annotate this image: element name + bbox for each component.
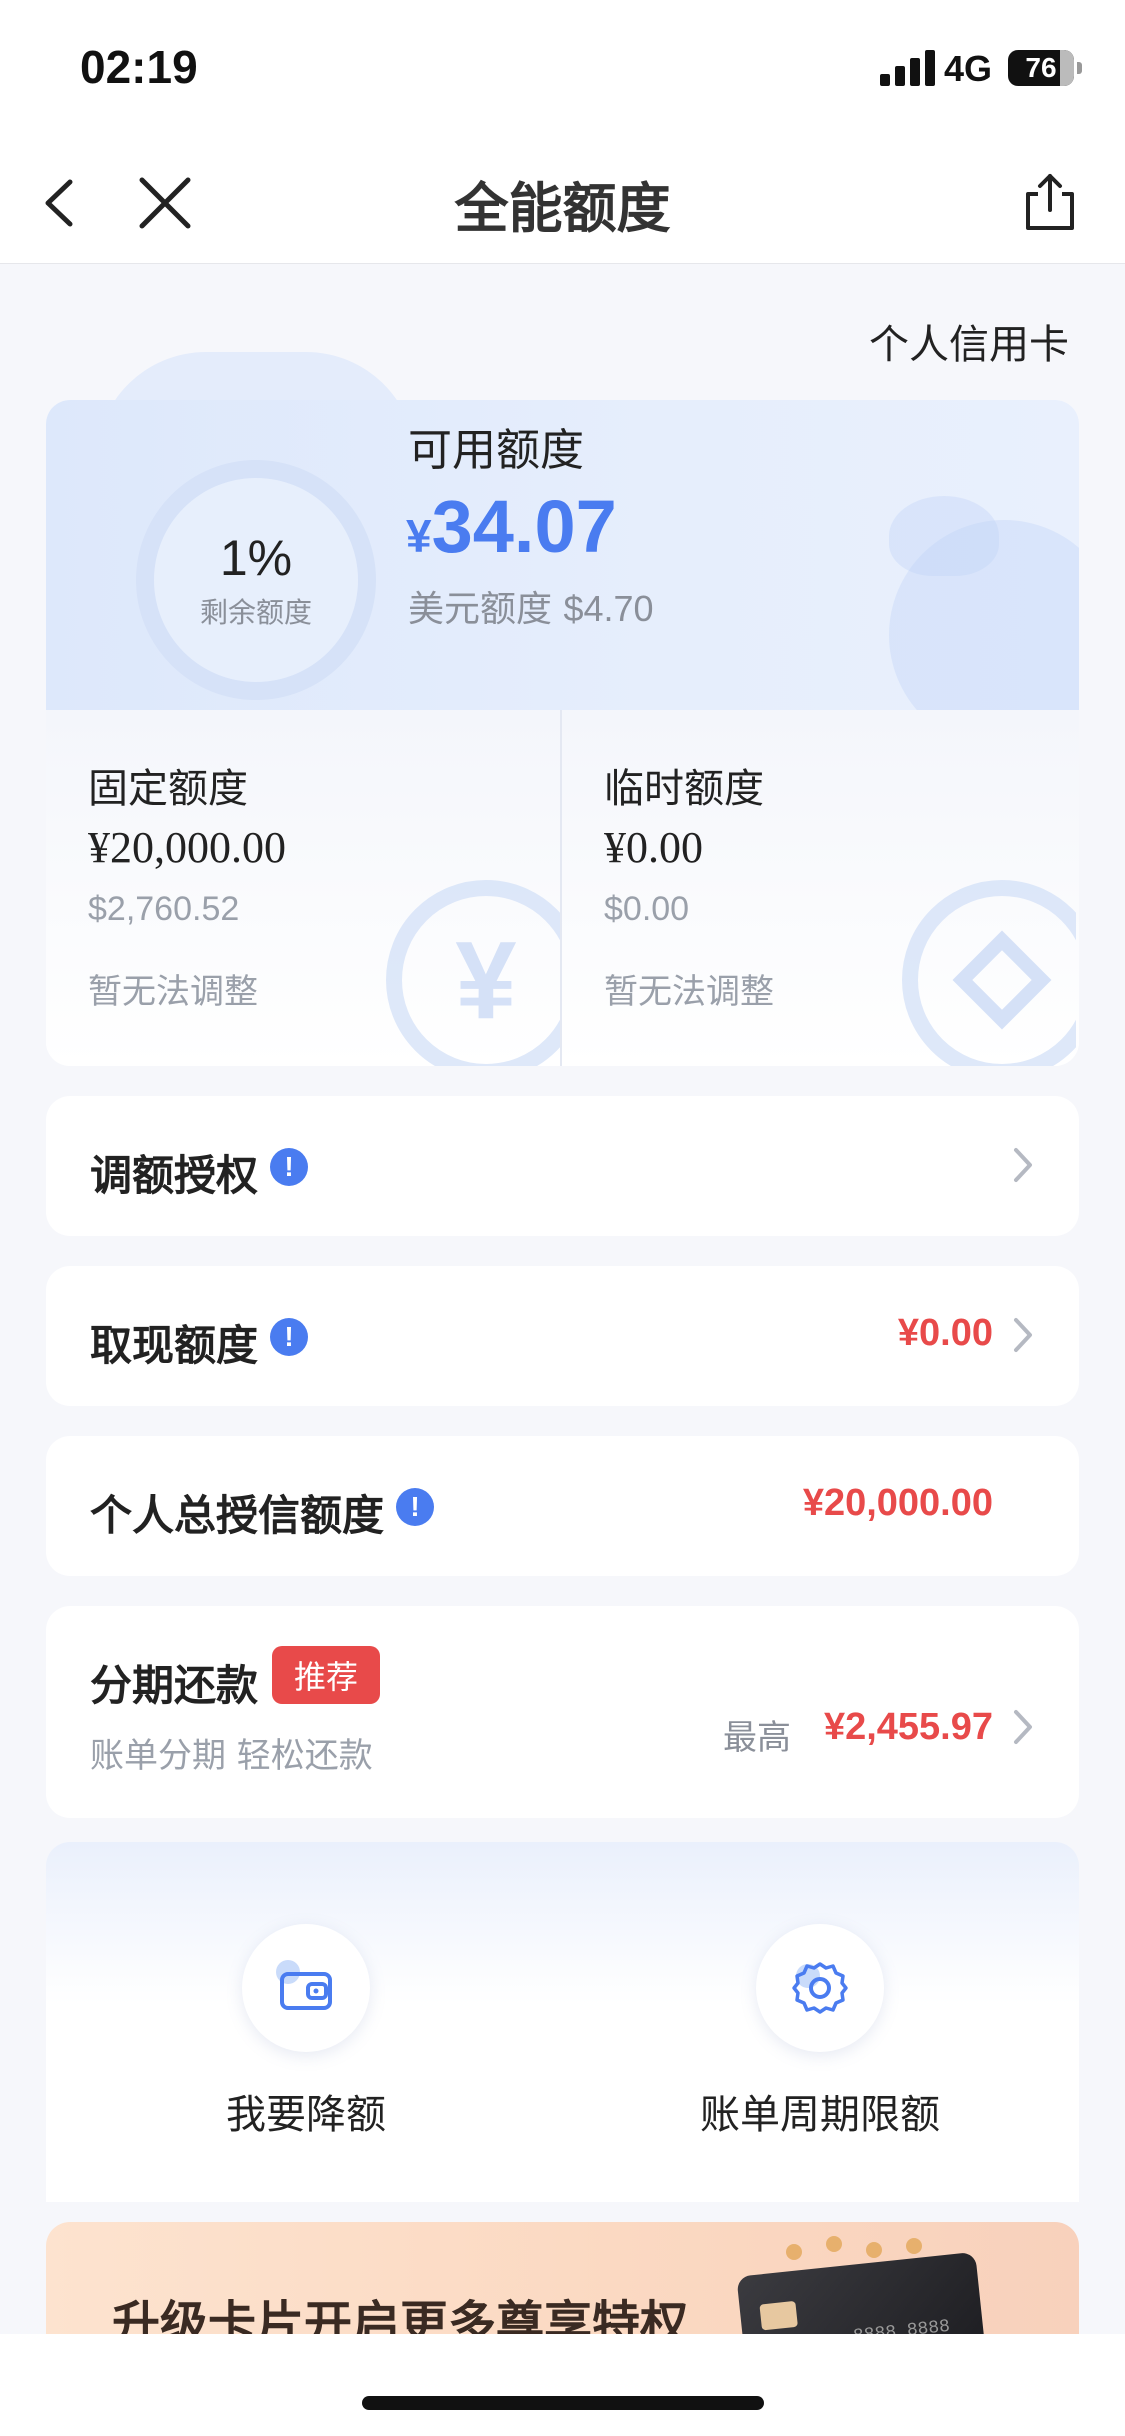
signal-strength-icon — [880, 50, 936, 86]
battery-level: 76 — [1025, 52, 1057, 83]
temporary-credit-panel: 临时额度 ¥0.00 $0.00 暂无法调整 — [562, 710, 1076, 1066]
navigation-bar: 全能额度 — [0, 140, 1125, 264]
fixed-credit-label: 固定额度 — [88, 766, 248, 812]
reduce-limit-label: 我要降额 — [226, 2092, 386, 2138]
upgrade-banner-text: 升级卡片开启更多尊享特权 — [112, 2296, 689, 2334]
authorization-row[interactable]: 调额授权 ! — [46, 1096, 1079, 1236]
remaining-percent: 1% — [219, 530, 293, 586]
cash-credit-value: ¥0.00 — [897, 1312, 993, 1354]
installment-max-value: ¥2,455.97 — [823, 1706, 993, 1748]
fixed-credit-value: ¥20,000.00 — [88, 823, 286, 872]
page-title: 全能额度 — [454, 177, 671, 240]
remaining-percent-display: 1% 剩余额度 — [136, 460, 376, 700]
installment-title: 分期还款 — [90, 1661, 259, 1710]
quick-actions-card: 我要降额 账单周期限额 — [46, 1842, 1079, 2202]
upgrade-card-banner[interactable]: 升级卡片开启更多尊享特权 8888 8888 — [46, 2222, 1079, 2334]
bottom-safe-area — [0, 2334, 1125, 2436]
reduce-limit-action[interactable]: 我要降额 — [156, 1924, 456, 2140]
recommend-badge: 推荐 — [272, 1646, 381, 1704]
temporary-credit-value: ¥0.00 — [604, 823, 703, 872]
usd-credit: 美元额度 $4.70 — [408, 580, 654, 632]
yuan-coin-decoration: ¥ — [386, 880, 560, 1066]
chevron-right-icon — [1014, 1710, 1032, 1744]
fixed-credit-note: 暂无法调整 — [88, 972, 258, 1012]
share-icon[interactable] — [1018, 168, 1082, 238]
installment-subtitle: 账单分期 轻松还款 — [90, 1736, 373, 1776]
credit-summary-card: 1% 剩余额度 可用额度 ¥34.07 美元额度 $4.70 ¥ 固定额度 ¥2… — [46, 400, 1079, 1066]
available-credit-value: 34.07 — [431, 485, 617, 568]
cash-credit-title: 取现额度 — [90, 1321, 259, 1370]
authorization-title: 调额授权 — [90, 1151, 259, 1200]
status-time: 02:19 — [80, 41, 198, 93]
cash-credit-row[interactable]: 取现额度 ! ¥0.00 — [46, 1266, 1079, 1406]
home-indicator[interactable] — [362, 2396, 764, 2410]
available-credit-amount: ¥34.07 — [406, 484, 617, 569]
usd-credit-value: $4.70 — [563, 588, 654, 629]
total-credit-value: ¥20,000.00 — [802, 1482, 993, 1524]
card-number: 8888 8888 — [852, 2316, 952, 2334]
currency-symbol: ¥ — [406, 510, 432, 562]
max-label: 最高 — [723, 1718, 791, 1758]
billing-cycle-limit-action[interactable]: 账单周期限额 — [670, 1924, 970, 2140]
usd-credit-label: 美元额度 — [408, 589, 553, 630]
fixed-credit-usd: $2,760.52 — [88, 890, 240, 928]
card-type-label: 个人信用卡 — [869, 322, 1069, 368]
network-type: 4G — [944, 48, 993, 89]
credit-breakdown: ¥ 固定额度 ¥20,000.00 $2,760.52 暂无法调整 临时额度 ¥… — [46, 710, 1079, 1066]
wallet-icon — [276, 1960, 332, 2010]
temporary-credit-label: 临时额度 — [604, 766, 764, 812]
available-credit-label: 可用额度 — [408, 425, 584, 476]
installment-row[interactable]: 分期还款 推荐 账单分期 轻松还款 最高 ¥2,455.97 — [46, 1606, 1079, 1818]
card-chip-icon — [759, 2300, 798, 2331]
temporary-credit-usd: $0.00 — [604, 890, 690, 928]
billing-cycle-limit-label: 账单周期限额 — [700, 2092, 940, 2138]
total-credit-title: 个人总授信额度 — [90, 1491, 385, 1540]
remaining-label: 剩余额度 — [199, 596, 312, 629]
battery-icon: 76 — [1008, 50, 1082, 86]
settings-gear-icon — [792, 1962, 848, 2014]
total-credit-row: 个人总授信额度 ! ¥20,000.00 — [46, 1436, 1079, 1576]
available-credit-section: 1% 剩余额度 可用额度 ¥34.07 美元额度 $4.70 — [46, 400, 1079, 750]
temporary-credit-note: 暂无法调整 — [604, 972, 774, 1012]
info-icon[interactable]: ! — [270, 1148, 308, 1186]
status-bar: 02:19 4G 76 — [0, 0, 1125, 140]
info-icon[interactable]: ! — [270, 1318, 308, 1356]
credit-card-image: 8888 8888 — [736, 2251, 988, 2334]
fixed-credit-panel: ¥ 固定额度 ¥20,000.00 $2,760.52 暂无法调整 — [46, 710, 560, 1066]
info-icon[interactable]: ! — [396, 1488, 434, 1526]
chevron-right-icon — [1014, 1148, 1032, 1182]
chevron-right-icon — [1014, 1318, 1032, 1352]
diamond-coin-decoration — [902, 880, 1076, 1066]
